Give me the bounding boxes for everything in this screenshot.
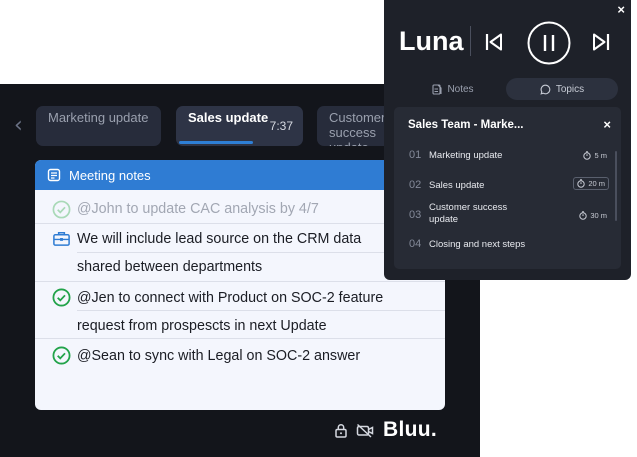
note-item-continuation: request from prospescts in next Update bbox=[77, 318, 327, 334]
chevron-left-icon[interactable]: ‹ bbox=[14, 115, 23, 137]
briefcase-icon bbox=[53, 232, 70, 246]
luna-window: × Luna Notes Topics Sales Team - Marke..… bbox=[384, 0, 631, 280]
note-item[interactable]: @Sean to sync with Legal on SOC-2 answer bbox=[77, 348, 445, 364]
note-divider bbox=[77, 310, 445, 311]
tab-label: Notes bbox=[447, 83, 474, 95]
topic-label[interactable]: Sales update bbox=[429, 180, 484, 192]
duration-label: 5 m bbox=[594, 151, 607, 160]
brand-logo: Bluu. bbox=[383, 418, 437, 441]
note-item[interactable]: @Jen to connect with Product on SOC-2 fe… bbox=[77, 290, 445, 306]
tab-label: Topics bbox=[555, 83, 585, 95]
topics-title: Sales Team - Marke... bbox=[408, 119, 524, 131]
note-divider bbox=[35, 281, 445, 282]
topic-label[interactable]: Marketing update bbox=[429, 150, 502, 162]
tab-notes[interactable]: Notes bbox=[408, 78, 498, 100]
notes-title: Meeting notes bbox=[69, 167, 151, 183]
topics-panel: Sales Team - Marke... × 01 Marketing upd… bbox=[394, 107, 621, 269]
topic-number: 02 bbox=[409, 179, 422, 191]
duration-label: 30 m bbox=[590, 211, 607, 220]
agenda-progress-bar bbox=[179, 141, 253, 144]
duration-label: 20 m bbox=[588, 179, 605, 188]
skip-next-icon[interactable] bbox=[591, 32, 611, 52]
check-circle-icon bbox=[52, 288, 71, 307]
check-circle-icon bbox=[52, 200, 71, 219]
agenda-tab-timer: 7:37 bbox=[269, 119, 293, 133]
notes-icon bbox=[47, 168, 61, 182]
tab-topics[interactable]: Topics bbox=[506, 78, 618, 100]
topic-label-line: update bbox=[429, 214, 459, 225]
pause-icon[interactable] bbox=[527, 21, 571, 65]
scrollbar[interactable] bbox=[615, 151, 617, 221]
luna-title: Luna bbox=[399, 26, 464, 56]
close-icon[interactable]: × bbox=[603, 117, 611, 132]
topic-label[interactable]: Customer success update bbox=[429, 202, 507, 226]
stopwatch-icon bbox=[577, 179, 586, 188]
topic-number: 04 bbox=[409, 238, 422, 250]
topic-number: 01 bbox=[409, 149, 422, 161]
check-circle-icon bbox=[52, 346, 71, 365]
note-divider bbox=[35, 338, 445, 339]
title-divider bbox=[470, 26, 471, 56]
topic-duration: 30 m bbox=[579, 211, 607, 220]
topic-duration[interactable]: 20 m bbox=[573, 177, 609, 190]
camera-off-icon[interactable] bbox=[356, 423, 374, 438]
agenda-tab-marketing[interactable]: Marketing update bbox=[36, 106, 161, 146]
topic-label[interactable]: Closing and next steps bbox=[429, 239, 525, 251]
topic-duration: 5 m bbox=[583, 151, 607, 160]
topic-number: 03 bbox=[409, 209, 422, 221]
chat-bubble-icon bbox=[540, 84, 551, 95]
close-icon[interactable]: × bbox=[617, 2, 625, 17]
lock-icon[interactable] bbox=[334, 423, 348, 438]
stopwatch-icon bbox=[583, 151, 592, 160]
skip-previous-icon[interactable] bbox=[484, 32, 504, 52]
agenda-tab-sales[interactable]: Sales update 7:37 bbox=[176, 106, 303, 146]
notes-icon bbox=[432, 83, 442, 95]
stopwatch-icon bbox=[579, 211, 588, 220]
agenda-tab-label: Sales update bbox=[188, 110, 269, 125]
topic-label-line: Customer success bbox=[429, 202, 508, 213]
agenda-tab-label: Marketing update bbox=[48, 110, 149, 125]
